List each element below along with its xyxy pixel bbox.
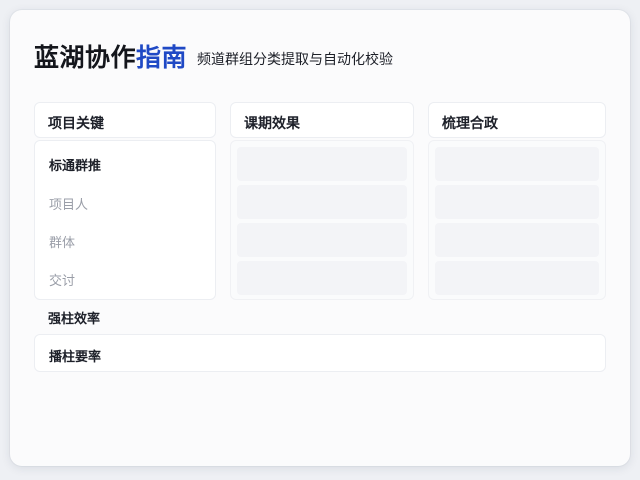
placeholder-slot — [435, 223, 599, 257]
placeholder-slot — [237, 223, 407, 257]
placeholder-slot — [435, 147, 599, 181]
menu-item[interactable]: 交讨 — [49, 270, 75, 289]
menu-item[interactable]: 群体 — [49, 232, 75, 251]
effects-panel — [230, 140, 414, 300]
placeholder-slot — [237, 147, 407, 181]
placeholder-slot — [435, 185, 599, 219]
app-window: 蓝湖协作 指南 频道群组分类提取与自动化校验 项目关键 课期效果 梳理合政 标通… — [10, 10, 630, 466]
page-title-accent: 指南 — [136, 43, 188, 72]
column-header-effects[interactable]: 课期效果 — [230, 102, 414, 138]
placeholder-slot — [237, 185, 407, 219]
consolidation-panel — [428, 140, 606, 300]
menu-item-active[interactable]: 标通群推 — [49, 155, 101, 174]
placeholder-slot — [237, 261, 407, 295]
page-title: 蓝湖协作 — [34, 43, 137, 72]
page-subtitle: 频道群组分类提取与自动化校验 — [197, 52, 394, 68]
menu-item[interactable]: 项目人 — [49, 194, 88, 213]
summary-row[interactable]: 强柱效率 — [34, 298, 606, 332]
page-header: 蓝湖协作 指南 频道群组分类提取与自动化校验 — [34, 38, 393, 74]
column-header-consolidation[interactable]: 梳理合政 — [428, 102, 606, 138]
summary-row[interactable]: 播柱要率 — [34, 334, 606, 372]
category-menu: 标通群推 项目人 群体 交讨 — [34, 140, 216, 300]
placeholder-slot — [435, 261, 599, 295]
column-header-key-items[interactable]: 项目关键 — [34, 102, 216, 138]
